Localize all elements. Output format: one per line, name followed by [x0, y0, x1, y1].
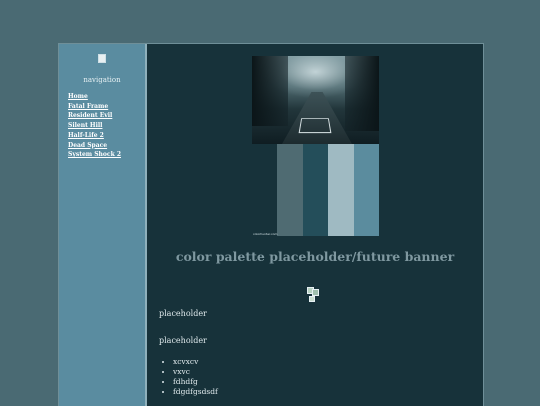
- paragraph-1: placeholder: [159, 309, 207, 318]
- page-frame: navigation Home Fatal Frame Resident Evi…: [58, 43, 484, 406]
- nav-item-half-life-2[interactable]: Half-Life 2: [68, 131, 121, 141]
- navigation-heading: navigation: [83, 76, 121, 84]
- photo-trees-right: [345, 56, 379, 131]
- palette-swatch-4: [353, 144, 379, 236]
- nav-link-half-life-2[interactable]: Half-Life 2: [68, 132, 104, 139]
- nav-item-silent-hill[interactable]: Silent Hill: [68, 121, 121, 131]
- nav-link-resident-evil[interactable]: Resident Evil: [68, 112, 112, 119]
- color-palette: [252, 144, 379, 236]
- photo-trees-left: [252, 56, 288, 126]
- bullet-list: xcvxcv vxvc fdhdfg fdgdfgsdsdf: [163, 357, 218, 397]
- foggy-road-photo: [252, 56, 379, 144]
- palette-swatch-3: [328, 144, 354, 236]
- banner-title: color palette placeholder/future banner: [175, 249, 455, 264]
- nav-item-dead-space[interactable]: Dead Space: [68, 141, 121, 151]
- broken-image-cluster-icon: [307, 287, 319, 303]
- list-item: fdhdfg: [173, 377, 218, 387]
- nav-item-home[interactable]: Home: [68, 92, 121, 102]
- nav-item-system-shock-2[interactable]: System Shock 2: [68, 150, 121, 160]
- main-content: colorhunter.com color palette placeholde…: [147, 44, 483, 406]
- broken-image-icon: [309, 296, 315, 302]
- palette-swatch-2: [302, 144, 328, 236]
- nav-link-dead-space[interactable]: Dead Space: [68, 142, 107, 149]
- sidebar: navigation Home Fatal Frame Resident Evi…: [59, 44, 145, 406]
- broken-image-icon: [98, 54, 106, 63]
- nav-link-silent-hill[interactable]: Silent Hill: [68, 122, 102, 129]
- palette-credit: colorhunter.com: [253, 232, 278, 236]
- list-item: fdgdfgsdsdf: [173, 387, 218, 397]
- list-item: xcvxcv: [173, 357, 218, 367]
- nav-item-resident-evil[interactable]: Resident Evil: [68, 111, 121, 121]
- list-item: vxvc: [173, 367, 218, 377]
- paragraph-2: placeholder: [159, 336, 207, 345]
- nav-list: Home Fatal Frame Resident Evil Silent Hi…: [68, 92, 121, 160]
- nav-link-home[interactable]: Home: [68, 93, 88, 100]
- photo-road-marking: [298, 118, 332, 134]
- nav-item-fatal-frame[interactable]: Fatal Frame: [68, 102, 121, 112]
- palette-swatch-1: [277, 144, 303, 236]
- broken-image-icon: [312, 289, 319, 296]
- nav-link-system-shock-2[interactable]: System Shock 2: [68, 151, 121, 158]
- nav-link-fatal-frame[interactable]: Fatal Frame: [68, 103, 108, 110]
